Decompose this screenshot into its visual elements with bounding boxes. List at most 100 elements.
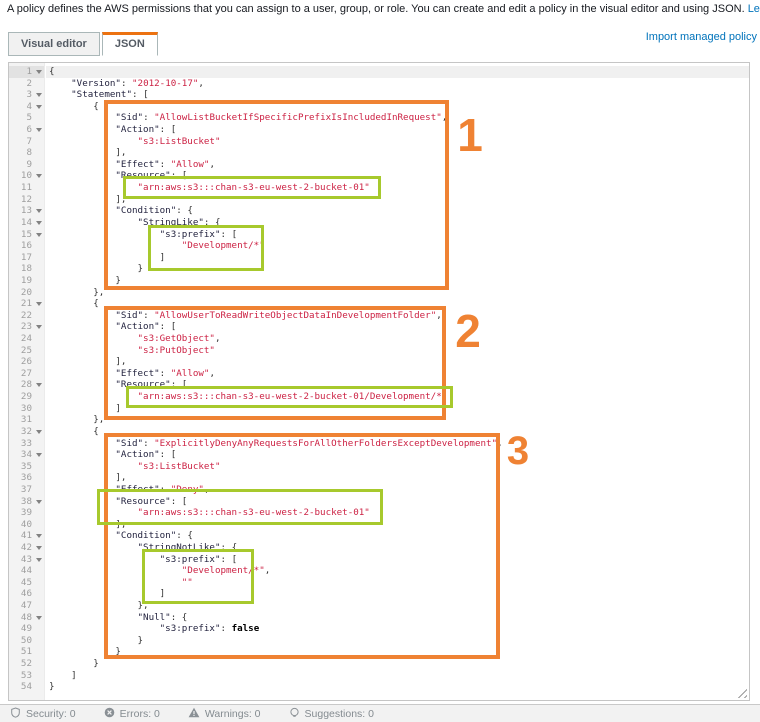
code-line[interactable]: "Development/*" xyxy=(46,240,749,252)
fold-marker-icon[interactable] xyxy=(36,430,42,434)
code-line[interactable]: "arn:aws:s3:::chan-s3-eu-west-2-bucket-0… xyxy=(46,182,749,194)
code-line[interactable]: { xyxy=(46,66,749,78)
line-number[interactable]: 46 xyxy=(9,588,44,600)
line-number[interactable]: 43 xyxy=(9,554,44,566)
fold-marker-icon[interactable] xyxy=(36,302,42,306)
line-number[interactable]: 31 xyxy=(9,414,44,426)
code-line[interactable]: "Sid": "AllowUserToReadWriteObjectDataIn… xyxy=(46,310,749,322)
line-number[interactable]: 47 xyxy=(9,600,44,612)
line-number[interactable]: 44 xyxy=(9,565,44,577)
code-line[interactable]: "Action": [ xyxy=(46,449,749,461)
code-line[interactable]: "Sid": "AllowListBucketIfSpecificPrefixI… xyxy=(46,112,749,124)
line-number[interactable]: 26 xyxy=(9,356,44,368)
line-number[interactable]: 39 xyxy=(9,507,44,519)
code-line[interactable]: "" xyxy=(46,577,749,589)
fold-marker-icon[interactable] xyxy=(36,546,42,550)
learn-more-link[interactable]: Learn more xyxy=(748,3,760,15)
tab-visual-editor[interactable]: Visual editor xyxy=(8,32,100,56)
code-line[interactable]: "Effect": "Allow", xyxy=(46,159,749,171)
line-number[interactable]: 12 xyxy=(9,194,44,206)
code-line[interactable]: ], xyxy=(46,194,749,206)
code-line[interactable]: ], xyxy=(46,356,749,368)
line-number[interactable]: 4 xyxy=(9,101,44,113)
code-line[interactable]: "s3:PutObject" xyxy=(46,345,749,357)
line-number[interactable]: 24 xyxy=(9,333,44,345)
status-warnings[interactable]: Warnings: 0 xyxy=(188,707,261,721)
line-number[interactable]: 42 xyxy=(9,542,44,554)
code-line[interactable]: "arn:aws:s3:::chan-s3-eu-west-2-bucket-0… xyxy=(46,391,749,403)
code-line[interactable]: } xyxy=(46,275,749,287)
line-number[interactable]: 15 xyxy=(9,229,44,241)
line-number[interactable]: 11 xyxy=(9,182,44,194)
code-line[interactable]: "Statement": [ xyxy=(46,89,749,101)
line-number[interactable]: 33 xyxy=(9,438,44,450)
code-line[interactable]: ] xyxy=(46,252,749,264)
code-line[interactable]: "arn:aws:s3:::chan-s3-eu-west-2-bucket-0… xyxy=(46,507,749,519)
line-number[interactable]: 36 xyxy=(9,472,44,484)
json-policy-editor[interactable]: 1234567891011121314151617181920212223242… xyxy=(8,62,750,701)
status-errors[interactable]: Errors: 0 xyxy=(104,707,160,721)
line-number[interactable]: 45 xyxy=(9,577,44,589)
line-number[interactable]: 51 xyxy=(9,646,44,658)
fold-marker-icon[interactable] xyxy=(36,93,42,97)
code-line[interactable]: "s3:ListBucket" xyxy=(46,461,749,473)
code-line[interactable]: "s3:prefix": [ xyxy=(46,229,749,241)
code-line[interactable]: ] xyxy=(46,670,749,682)
code-line[interactable]: "StringLike": { xyxy=(46,217,749,229)
status-suggestions[interactable]: Suggestions: 0 xyxy=(289,707,374,721)
line-number[interactable]: 30 xyxy=(9,403,44,415)
line-number[interactable]: 49 xyxy=(9,623,44,635)
line-number[interactable]: 54 xyxy=(9,681,44,693)
code-line[interactable]: "Null": { xyxy=(46,612,749,624)
code-line[interactable]: { xyxy=(46,101,749,113)
code-line[interactable]: "Development/*", xyxy=(46,565,749,577)
fold-marker-icon[interactable] xyxy=(36,174,42,178)
line-number[interactable]: 22 xyxy=(9,310,44,322)
fold-marker-icon[interactable] xyxy=(36,209,42,213)
code-line[interactable]: "Resource": [ xyxy=(46,496,749,508)
code-line[interactable]: } xyxy=(46,646,749,658)
code-line[interactable]: "StringNotLike": { xyxy=(46,542,749,554)
fold-marker-icon[interactable] xyxy=(36,616,42,620)
code-line[interactable]: "Resource": [ xyxy=(46,170,749,182)
code-line[interactable]: } xyxy=(46,681,749,693)
fold-marker-icon[interactable] xyxy=(36,221,42,225)
code-line[interactable]: "Effect": "Deny", xyxy=(46,484,749,496)
line-number[interactable]: 38 xyxy=(9,496,44,508)
line-number[interactable]: 2 xyxy=(9,78,44,90)
code-line[interactable]: "Sid": "ExplicitlyDenyAnyRequestsForAllO… xyxy=(46,438,749,450)
line-number[interactable]: 40 xyxy=(9,519,44,531)
code-line[interactable]: "Action": [ xyxy=(46,124,749,136)
line-number[interactable]: 35 xyxy=(9,461,44,473)
code-line[interactable]: "s3:prefix": [ xyxy=(46,554,749,566)
code-line[interactable]: "Effect": "Allow", xyxy=(46,368,749,380)
line-number[interactable]: 5 xyxy=(9,112,44,124)
tab-json[interactable]: JSON xyxy=(102,32,158,56)
fold-marker-icon[interactable] xyxy=(36,70,42,74)
line-number[interactable]: 27 xyxy=(9,368,44,380)
line-number[interactable]: 52 xyxy=(9,658,44,670)
code-line[interactable]: { xyxy=(46,298,749,310)
line-number[interactable]: 23 xyxy=(9,321,44,333)
fold-marker-icon[interactable] xyxy=(36,383,42,387)
line-number[interactable]: 37 xyxy=(9,484,44,496)
line-number[interactable]: 8 xyxy=(9,147,44,159)
line-number[interactable]: 1 xyxy=(9,66,44,78)
line-number[interactable]: 32 xyxy=(9,426,44,438)
editor-code[interactable]: { "Version": "2012-10-17", "Statement": … xyxy=(46,66,749,700)
code-line[interactable]: }, xyxy=(46,600,749,612)
code-line[interactable]: "Condition": { xyxy=(46,205,749,217)
code-line[interactable]: ], xyxy=(46,519,749,531)
line-number[interactable]: 41 xyxy=(9,530,44,542)
line-number[interactable]: 16 xyxy=(9,240,44,252)
code-line[interactable]: "s3:prefix": false xyxy=(46,623,749,635)
line-number[interactable]: 29 xyxy=(9,391,44,403)
code-line[interactable]: "s3:GetObject", xyxy=(46,333,749,345)
code-line[interactable]: ] xyxy=(46,403,749,415)
fold-marker-icon[interactable] xyxy=(36,325,42,329)
line-number[interactable]: 34 xyxy=(9,449,44,461)
fold-marker-icon[interactable] xyxy=(36,233,42,237)
code-line[interactable]: "s3:ListBucket" xyxy=(46,136,749,148)
line-number[interactable]: 21 xyxy=(9,298,44,310)
line-number[interactable]: 7 xyxy=(9,136,44,148)
